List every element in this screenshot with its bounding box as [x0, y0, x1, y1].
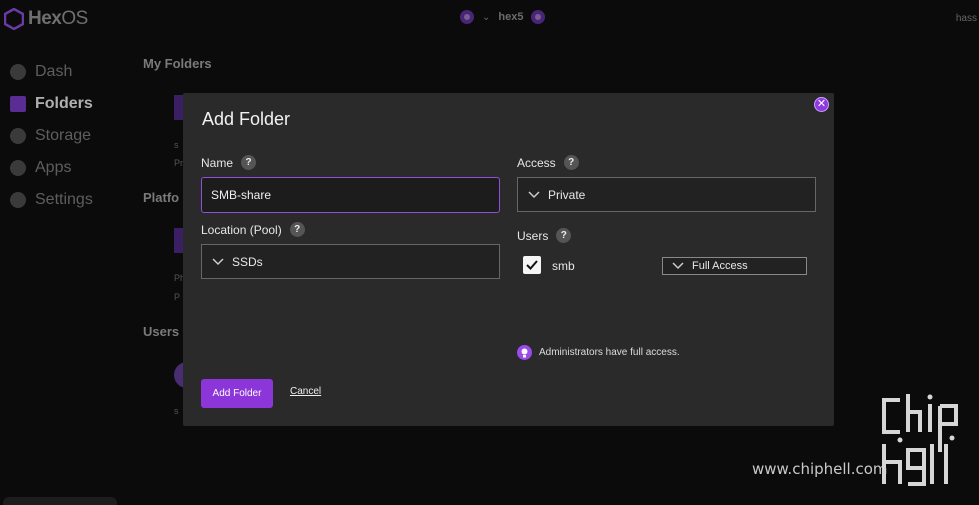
gear-icon [10, 192, 26, 208]
sidebar-item-label: Storage [35, 127, 92, 144]
chevron-down-icon: ⌄ [482, 11, 491, 23]
location-value: SSDs [232, 254, 263, 269]
user-menu[interactable]: hass [956, 13, 977, 24]
sidebar-item-label: Settings [35, 191, 93, 208]
admin-note: Administrators have full access. [517, 345, 680, 360]
hexos-logo: HexOS [4, 8, 88, 30]
lightbulb-icon [517, 345, 532, 360]
my-folders-heading: My Folders [143, 56, 212, 71]
chevron-down-icon [212, 257, 224, 265]
close-icon: ✕ [816, 98, 827, 110]
notification-icon[interactable] [460, 10, 474, 24]
chiphell-watermark-logo [882, 394, 958, 486]
watermark-url: www.chiphell.com [752, 460, 888, 478]
platform-heading: Platfo [143, 190, 180, 205]
sidebar-item-settings[interactable]: Settings [10, 184, 93, 216]
host-switcher[interactable]: ⌄ hex5 [460, 10, 546, 24]
sidebar-item-label: Dash [35, 63, 73, 80]
location-select[interactable]: SSDs [201, 244, 500, 279]
chevron-down-icon [528, 190, 540, 198]
user-checkbox[interactable] [523, 256, 541, 274]
sidebar-item-label: Folders [35, 95, 93, 112]
access-label: Access ? [517, 155, 579, 170]
apps-icon [10, 160, 26, 176]
folder-icon [10, 96, 26, 112]
logo-text: HexOS [28, 8, 88, 29]
avatar-caption: s [174, 406, 179, 416]
access-select[interactable]: Private [517, 177, 816, 212]
users-heading: Users [143, 324, 180, 339]
sidebar-item-storage[interactable]: Storage [10, 120, 93, 152]
name-label: Name ? [201, 155, 257, 170]
access-value: Private [548, 187, 586, 202]
dashboard-icon [10, 64, 26, 80]
sidebar-item-label: Apps [35, 159, 72, 176]
chevron-down-icon [672, 262, 684, 270]
add-folder-button[interactable]: Add Folder [201, 379, 273, 408]
storage-icon [10, 128, 26, 144]
user-permission-select[interactable]: Full Access [662, 257, 807, 275]
sidebar-item-dash[interactable]: Dash [10, 56, 93, 88]
permission-value: Full Access [692, 260, 748, 272]
bottom-status-pill [3, 497, 117, 505]
user-name: smb [552, 259, 575, 273]
folder-card-meta: Pr [174, 158, 183, 168]
cancel-button[interactable]: Cancel [290, 386, 321, 397]
close-button[interactable]: ✕ [814, 97, 829, 112]
host-name: hex5 [498, 11, 524, 23]
location-label: Location (Pool) ? [201, 222, 305, 237]
sidebar: Dash Folders Storage Apps Settings [10, 56, 93, 216]
admin-note-text: Administrators have full access. [539, 347, 680, 358]
platform-card-meta: P [174, 292, 181, 302]
add-folder-dialog: Add Folder ✕ Name ? Location (Pool) ? SS… [183, 93, 834, 426]
users-label: Users ? [517, 228, 572, 243]
sidebar-item-apps[interactable]: Apps [10, 152, 93, 184]
help-icon[interactable]: ? [556, 228, 572, 243]
folder-name-input[interactable] [201, 177, 500, 213]
dialog-title: Add Folder [202, 109, 291, 129]
sidebar-item-folders[interactable]: Folders [10, 88, 93, 120]
help-icon[interactable]: ? [289, 222, 305, 237]
help-icon[interactable]: ? [563, 155, 579, 170]
hexagon-logo-icon [4, 8, 24, 30]
checkmark-icon [526, 260, 538, 270]
help-icon[interactable]: ? [241, 155, 257, 170]
folder-card-name: s [174, 140, 179, 150]
power-icon[interactable] [531, 10, 546, 24]
